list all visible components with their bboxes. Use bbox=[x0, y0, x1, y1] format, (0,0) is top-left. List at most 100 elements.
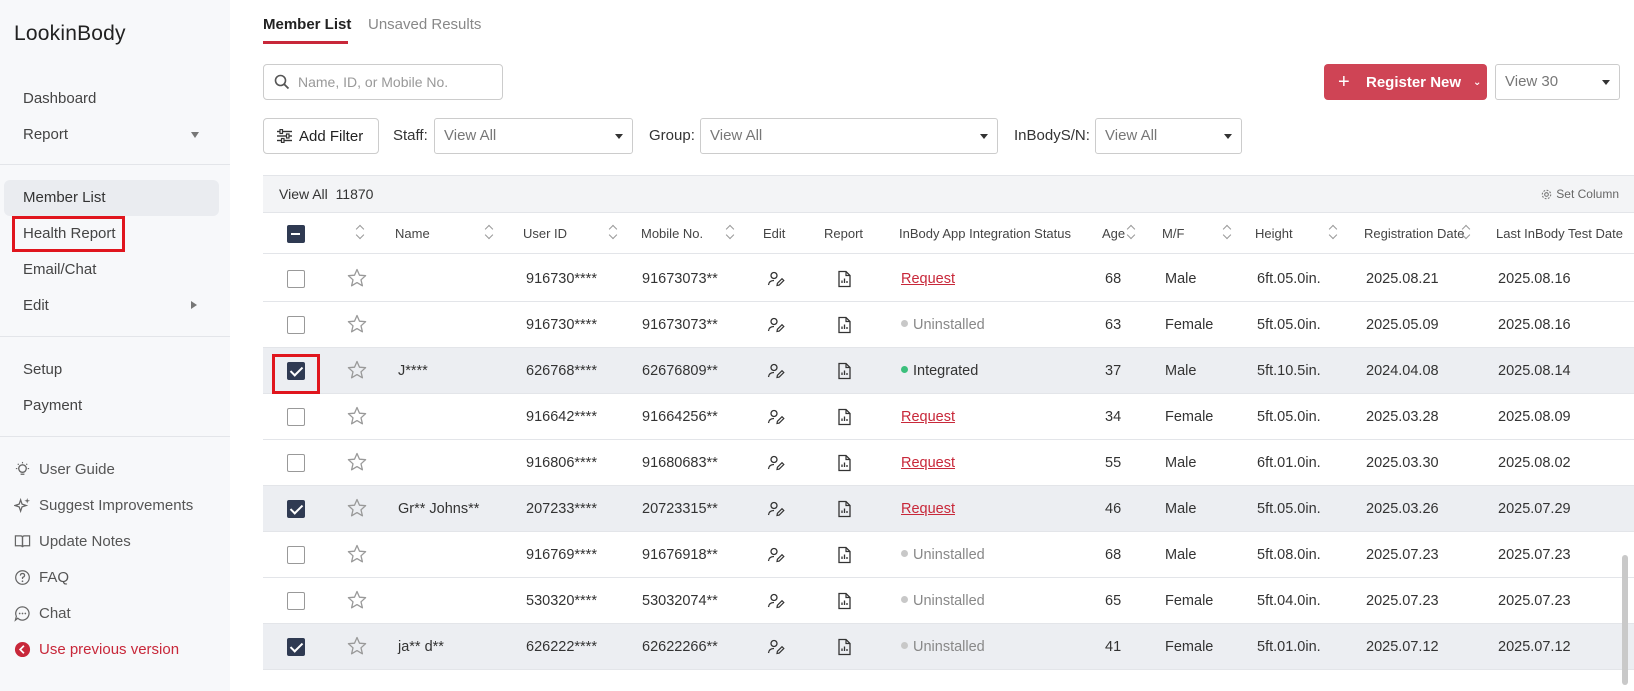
chat-link[interactable]: Chat bbox=[14, 601, 71, 625]
staff-filter-select[interactable]: View All bbox=[434, 118, 633, 154]
edit-member-icon[interactable] bbox=[767, 408, 785, 426]
report-document-icon[interactable] bbox=[835, 362, 853, 380]
table-row[interactable]: 916806**** 91680683** Request 55 Male 6ft.01.… bbox=[263, 440, 1634, 486]
edit-member-icon[interactable] bbox=[767, 638, 785, 656]
column-header-user-id[interactable]: User ID bbox=[523, 226, 567, 241]
integration-request-link[interactable]: Request bbox=[901, 455, 955, 471]
report-document-icon[interactable] bbox=[835, 454, 853, 472]
integration-status-cell: Uninstalled bbox=[901, 547, 985, 563]
integration-request-link[interactable]: Request bbox=[901, 409, 955, 425]
report-document-icon[interactable] bbox=[835, 316, 853, 334]
sort-icon[interactable] bbox=[1223, 225, 1233, 239]
column-header-sex[interactable]: M/F bbox=[1162, 226, 1184, 241]
tab-member-list[interactable]: Member List bbox=[263, 16, 351, 33]
column-header-mobile[interactable]: Mobile No. bbox=[641, 226, 703, 241]
edit-member-icon[interactable] bbox=[767, 270, 785, 288]
row-checkbox[interactable] bbox=[287, 592, 305, 610]
table-row[interactable]: 916642**** 91664256** Request 34 Female 5ft.0… bbox=[263, 394, 1634, 440]
integration-request-link[interactable]: Request bbox=[901, 501, 955, 517]
height: 5ft.05.0in. bbox=[1257, 501, 1321, 517]
edit-member-icon[interactable] bbox=[767, 362, 785, 380]
edit-member-icon[interactable] bbox=[767, 454, 785, 472]
row-checkbox[interactable] bbox=[287, 500, 305, 518]
report-document-icon[interactable] bbox=[835, 270, 853, 288]
member-name[interactable]: ja** d** bbox=[398, 639, 444, 655]
row-checkbox[interactable] bbox=[287, 270, 305, 288]
sidebar-item-dashboard[interactable]: Dashboard bbox=[4, 81, 219, 117]
sidebar-item-email-chat[interactable]: Email/Chat bbox=[4, 252, 219, 288]
edit-member-icon[interactable] bbox=[767, 546, 785, 564]
add-filter-label: Add Filter bbox=[299, 127, 364, 145]
sort-icon[interactable] bbox=[726, 225, 736, 239]
faq-link[interactable]: FAQ bbox=[14, 565, 69, 589]
sidebar-item-payment[interactable]: Payment bbox=[4, 388, 219, 424]
favorite-star-icon[interactable] bbox=[347, 268, 367, 288]
column-header-height[interactable]: Height bbox=[1255, 226, 1293, 241]
sort-icon[interactable] bbox=[356, 225, 366, 239]
column-header-report: Report bbox=[824, 226, 864, 241]
edit-member-icon[interactable] bbox=[767, 500, 785, 518]
table-row[interactable]: Gr** Johns** 207233**** 20723315** Request 4… bbox=[263, 486, 1634, 532]
row-checkbox[interactable] bbox=[287, 408, 305, 426]
member-name[interactable]: Gr** Johns** bbox=[398, 501, 479, 517]
search-input[interactable] bbox=[298, 74, 493, 90]
use-previous-version-link[interactable]: Use previous version bbox=[14, 637, 179, 661]
table-row[interactable]: J**** 626768**** 62676809** Integrated 37 Mal… bbox=[263, 348, 1634, 394]
suggest-improvements-link[interactable]: Suggest Improvements bbox=[14, 493, 193, 517]
favorite-star-icon[interactable] bbox=[347, 544, 367, 564]
sort-icon[interactable] bbox=[1462, 225, 1472, 239]
sort-icon[interactable] bbox=[485, 225, 495, 239]
row-checkbox[interactable] bbox=[287, 638, 305, 656]
sort-icon[interactable] bbox=[609, 225, 619, 239]
favorite-star-icon[interactable] bbox=[347, 452, 367, 472]
table-row[interactable]: 530320**** 53032074** Uninstalled 65 Female 5… bbox=[263, 578, 1634, 624]
column-header-name[interactable]: Name bbox=[395, 226, 430, 241]
tab-unsaved-results[interactable]: Unsaved Results bbox=[368, 16, 481, 33]
sort-icon[interactable] bbox=[1127, 225, 1137, 239]
register-new-button[interactable]: + Register New ⌄ bbox=[1324, 64, 1487, 100]
row-checkbox[interactable] bbox=[287, 316, 305, 334]
add-filter-button[interactable]: Add Filter bbox=[263, 118, 379, 154]
registration-date: 2024.04.08 bbox=[1366, 363, 1439, 379]
update-notes-link[interactable]: Update Notes bbox=[14, 529, 131, 553]
group-filter-select[interactable]: View All bbox=[700, 118, 998, 154]
sidebar-item-setup[interactable]: Setup bbox=[4, 352, 219, 388]
sidebar-item-member-list[interactable]: Member List bbox=[4, 180, 219, 216]
report-document-icon[interactable] bbox=[835, 500, 853, 518]
favorite-star-icon[interactable] bbox=[347, 590, 367, 610]
sort-icon[interactable] bbox=[1329, 225, 1339, 239]
favorite-star-icon[interactable] bbox=[347, 498, 367, 518]
report-document-icon[interactable] bbox=[835, 592, 853, 610]
report-document-icon[interactable] bbox=[835, 546, 853, 564]
sidebar-item-report[interactable]: Report bbox=[4, 117, 219, 153]
column-header-age[interactable]: Age bbox=[1102, 226, 1125, 241]
integration-request-link[interactable]: Request bbox=[901, 271, 955, 287]
row-checkbox[interactable] bbox=[287, 546, 305, 564]
sidebar-item-edit[interactable]: Edit bbox=[4, 288, 219, 324]
gear-icon bbox=[1542, 189, 1552, 199]
report-document-icon[interactable] bbox=[835, 638, 853, 656]
height: 5ft.08.0in. bbox=[1257, 547, 1321, 563]
vertical-scrollbar[interactable] bbox=[1622, 555, 1628, 685]
select-all-checkbox[interactable] bbox=[287, 225, 305, 243]
table-row[interactable]: 916730**** 91673073** Uninstalled 63 Female 5… bbox=[263, 302, 1634, 348]
favorite-star-icon[interactable] bbox=[347, 360, 367, 380]
set-column-button[interactable]: Set Column bbox=[1541, 187, 1619, 201]
edit-member-icon[interactable] bbox=[767, 316, 785, 334]
column-header-last-test-date[interactable]: Last InBody Test Date bbox=[1496, 226, 1623, 241]
favorite-star-icon[interactable] bbox=[347, 406, 367, 426]
registration-date: 2025.07.12 bbox=[1366, 639, 1439, 655]
user-guide-link[interactable]: User Guide bbox=[14, 457, 115, 481]
favorite-star-icon[interactable] bbox=[347, 636, 367, 656]
inbody-sn-filter-select[interactable]: View All bbox=[1095, 118, 1242, 154]
table-row[interactable]: ja** d** 626222**** 62622266** Uninstalled 4… bbox=[263, 624, 1634, 670]
member-name[interactable]: J**** bbox=[398, 363, 428, 379]
view-count-select[interactable]: View 30 bbox=[1495, 64, 1620, 100]
report-document-icon[interactable] bbox=[835, 408, 853, 426]
edit-member-icon[interactable] bbox=[767, 592, 785, 610]
row-checkbox[interactable] bbox=[287, 454, 305, 472]
favorite-star-icon[interactable] bbox=[347, 314, 367, 334]
column-header-registration-date[interactable]: Registration Date bbox=[1364, 226, 1464, 241]
table-row[interactable]: 916730**** 91673073** Request 68 Male 6ft.05.… bbox=[263, 256, 1634, 302]
table-row[interactable]: 916769**** 91676918** Uninstalled 68 Male 5ft… bbox=[263, 532, 1634, 578]
